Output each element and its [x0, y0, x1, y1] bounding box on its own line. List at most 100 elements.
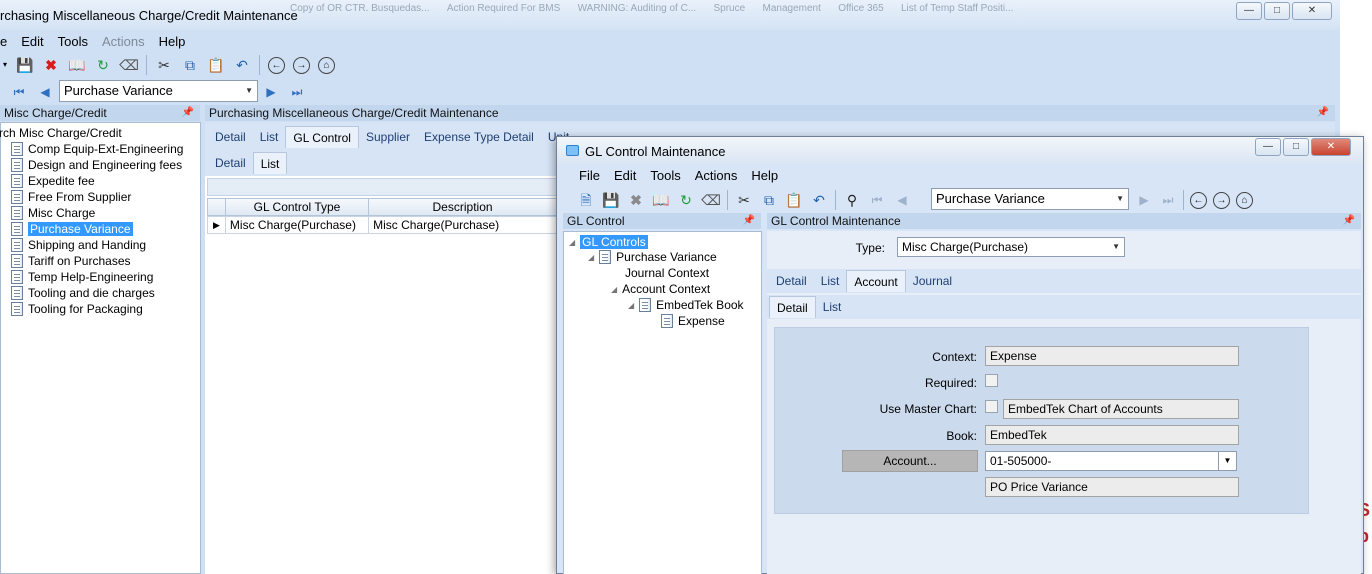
- tree-item[interactable]: Comp Equip-Ext-Engineering: [11, 142, 183, 156]
- copy-icon[interactable]: ⧉: [760, 191, 778, 209]
- tab-gl-control[interactable]: GL Control: [285, 126, 359, 148]
- new-icon[interactable]: 🗎: [577, 191, 595, 209]
- record-selector[interactable]: Purchase Variance ▼: [59, 80, 258, 102]
- save-icon[interactable]: 💾: [602, 191, 620, 209]
- previous-record-icon[interactable]: ◀: [36, 83, 54, 101]
- forward-icon[interactable]: →: [1213, 191, 1230, 209]
- pin-icon[interactable]: 📌: [182, 105, 194, 121]
- menu-file[interactable]: e: [0, 34, 7, 49]
- copy-icon[interactable]: ⧉: [181, 56, 199, 74]
- tab-list[interactable]: List: [253, 126, 286, 148]
- minimize-button[interactable]: —: [1255, 138, 1281, 156]
- delete-icon[interactable]: ✖: [42, 56, 60, 74]
- tree-item[interactable]: ◢ EmbedTek Book: [628, 298, 744, 312]
- minimize-button[interactable]: —: [1236, 2, 1262, 20]
- home-icon[interactable]: ⌂: [1236, 191, 1253, 209]
- subtab-detail[interactable]: Detail: [769, 296, 816, 318]
- menu-edit[interactable]: Edit: [21, 34, 43, 49]
- dropdown-arrow-icon[interactable]: ▼: [1218, 452, 1236, 470]
- back-icon[interactable]: ←: [1190, 191, 1207, 209]
- paste-icon[interactable]: 📋: [207, 56, 225, 74]
- last-record-icon[interactable]: ⏭: [1159, 191, 1177, 209]
- cut-icon[interactable]: ✂: [155, 56, 173, 74]
- tree-root[interactable]: rch Misc Charge/Credit: [0, 126, 122, 140]
- next-record-icon[interactable]: ▶: [1135, 191, 1153, 209]
- col-description[interactable]: Description: [369, 199, 556, 215]
- pin-icon[interactable]: 📌: [1317, 105, 1329, 121]
- first-record-icon[interactable]: ⏮: [10, 83, 28, 101]
- refresh-icon[interactable]: ↻: [677, 191, 695, 209]
- next-record-icon[interactable]: ▶: [262, 83, 280, 101]
- tree-item[interactable]: Expense: [661, 314, 725, 328]
- tree-item-selected[interactable]: Purchase Variance: [11, 222, 133, 236]
- menu-edit[interactable]: Edit: [614, 168, 636, 183]
- binoculars-icon[interactable]: ⚲: [843, 191, 861, 209]
- save-icon[interactable]: 💾: [16, 56, 34, 74]
- home-icon[interactable]: ⌂: [318, 56, 335, 74]
- book-icon[interactable]: 📖: [652, 191, 670, 209]
- tree-item[interactable]: Design and Engineering fees: [11, 158, 182, 172]
- subtab-list[interactable]: List: [816, 296, 849, 318]
- eraser-icon[interactable]: ⌫: [701, 191, 721, 209]
- tree-item[interactable]: Temp Help-Engineering: [11, 270, 153, 284]
- menu-file[interactable]: File: [579, 168, 600, 183]
- dialog-record-selector[interactable]: Purchase Variance ▼: [931, 188, 1129, 210]
- tree-item[interactable]: Free From Supplier: [11, 190, 131, 204]
- tree-item[interactable]: Expedite fee: [11, 174, 95, 188]
- type-select[interactable]: Misc Charge(Purchase) ▼: [897, 237, 1125, 257]
- tab-detail[interactable]: Detail: [769, 270, 814, 292]
- refresh-icon[interactable]: ↻: [94, 56, 112, 74]
- pin-icon[interactable]: 📌: [1343, 213, 1355, 229]
- paste-icon[interactable]: 📋: [785, 191, 803, 209]
- book-icon[interactable]: 📖: [68, 56, 86, 74]
- subtab-list[interactable]: List: [252, 152, 288, 174]
- close-button[interactable]: ✕: [1311, 138, 1351, 156]
- tree-item[interactable]: Shipping and Handing: [11, 238, 146, 252]
- gl-control-tree: ◢ GL Controls ◢ Purchase Variance Journa…: [563, 231, 762, 574]
- previous-record-icon[interactable]: ◀: [893, 191, 911, 209]
- first-record-icon[interactable]: ⏮: [868, 191, 886, 209]
- subtab-detail[interactable]: Detail: [208, 152, 253, 174]
- table-row[interactable]: ▶ Misc Charge(Purchase) Misc Charge(Purc…: [207, 216, 557, 234]
- tree-item[interactable]: Tariff on Purchases: [11, 254, 131, 268]
- tree-item[interactable]: ◢ Account Context: [611, 282, 710, 296]
- menu-tools[interactable]: Tools: [650, 168, 680, 183]
- tab-detail[interactable]: Detail: [208, 126, 253, 148]
- required-checkbox[interactable]: [985, 374, 998, 387]
- tree-root[interactable]: ◢ GL Controls: [569, 235, 648, 249]
- tree-item[interactable]: Tooling for Packaging: [11, 302, 143, 316]
- tree-item[interactable]: Misc Charge: [11, 206, 95, 220]
- tab-expense-type-detail[interactable]: Expense Type Detail: [417, 126, 541, 148]
- eraser-icon[interactable]: ⌫: [119, 56, 139, 74]
- account-select[interactable]: 01-505000- ▼: [985, 451, 1237, 471]
- dropdown-arrow-icon[interactable]: ▾: [2, 56, 8, 74]
- last-record-icon[interactable]: ⏭: [288, 83, 306, 101]
- tree-item[interactable]: ◢ Purchase Variance: [588, 250, 717, 264]
- col-gl-control-type[interactable]: GL Control Type: [226, 199, 370, 215]
- dialog-window-controls: — □ ✕: [1255, 138, 1351, 156]
- pin-icon[interactable]: 📌: [743, 213, 755, 229]
- maximize-button[interactable]: □: [1283, 138, 1309, 156]
- menu-help[interactable]: Help: [751, 168, 778, 183]
- menu-help[interactable]: Help: [159, 34, 186, 49]
- menu-tools[interactable]: Tools: [58, 34, 88, 49]
- delete-icon[interactable]: ✖: [627, 191, 645, 209]
- tab-account[interactable]: Account: [846, 270, 906, 292]
- tree-item[interactable]: Tooling and die charges: [11, 286, 155, 300]
- tab-supplier[interactable]: Supplier: [359, 126, 417, 148]
- close-button[interactable]: ✕: [1292, 2, 1332, 20]
- undo-icon[interactable]: ↶: [810, 191, 828, 209]
- tree-item[interactable]: Journal Context: [625, 266, 709, 280]
- tab-list[interactable]: List: [814, 270, 847, 292]
- account-button[interactable]: Account...: [842, 450, 978, 472]
- ghost-tab: Action Required For BMS: [446, 3, 561, 14]
- tab-journal[interactable]: Journal: [906, 270, 959, 292]
- forward-icon[interactable]: →: [293, 56, 310, 74]
- back-icon[interactable]: ←: [268, 56, 285, 74]
- menu-actions[interactable]: Actions: [695, 168, 738, 183]
- maximize-button[interactable]: □: [1264, 2, 1290, 20]
- use-master-chart-checkbox[interactable]: [985, 400, 998, 413]
- undo-icon[interactable]: ↶: [233, 56, 251, 74]
- menu-actions[interactable]: Actions: [102, 34, 145, 49]
- cut-icon[interactable]: ✂: [735, 191, 753, 209]
